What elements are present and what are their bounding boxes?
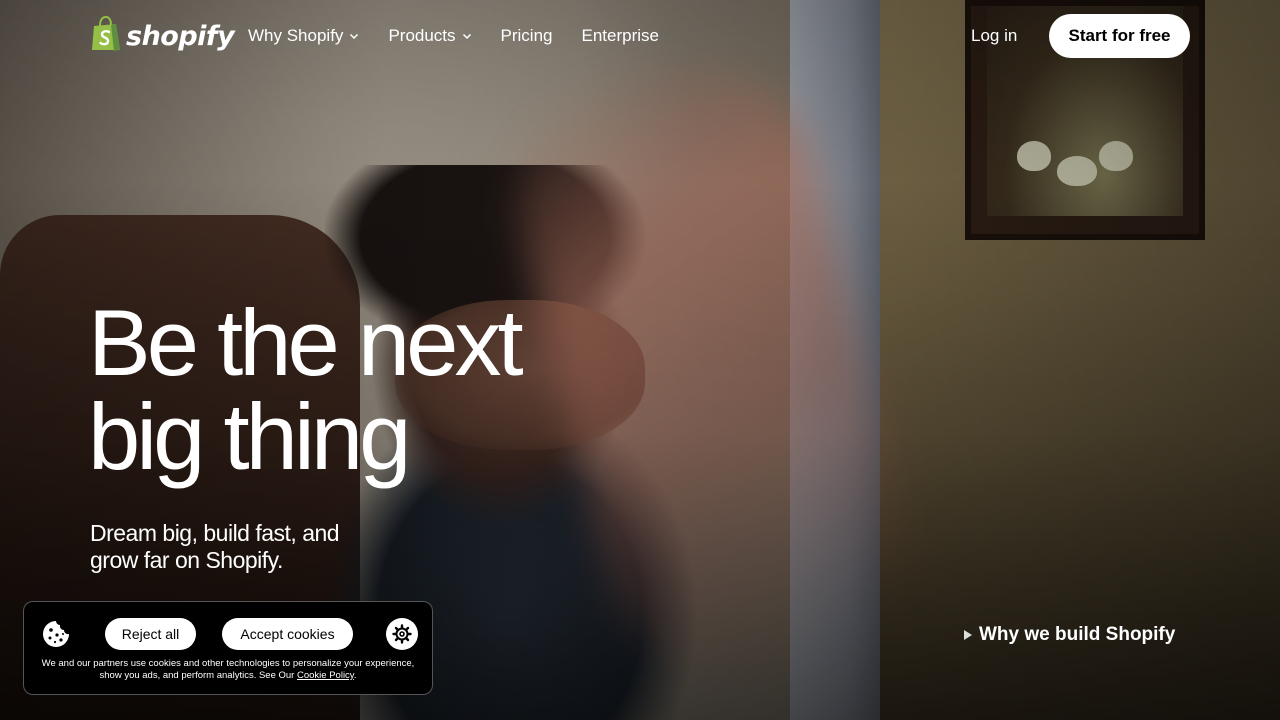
accept-cookies-button[interactable]: Accept cookies (222, 618, 353, 650)
reject-all-button[interactable]: Reject all (105, 618, 196, 650)
main-nav: Why Shopify Products Pricing Enterprise (248, 24, 659, 48)
hero-title: Be the next big thing (88, 290, 524, 489)
site-header: shopify Why Shopify Products Pricing Ent… (0, 0, 1280, 72)
nav-pricing[interactable]: Pricing (501, 24, 553, 48)
login-link[interactable]: Log in (971, 24, 1017, 48)
play-icon (964, 630, 972, 640)
chevron-down-icon (462, 33, 471, 40)
cookie-banner: Reject all Accept cookies We and our par… (23, 601, 433, 695)
cookie-policy-link[interactable]: Cookie Policy (297, 670, 354, 681)
why-we-build-video-link[interactable]: Why we build Shopify (963, 624, 1175, 646)
logo-wordmark: shopify (126, 20, 235, 52)
start-for-free-button[interactable]: Start for free (1049, 14, 1190, 58)
shopping-bag-icon (90, 15, 122, 57)
nav-why-shopify[interactable]: Why Shopify (248, 24, 359, 48)
nav-products[interactable]: Products (388, 24, 471, 48)
chevron-down-icon (350, 33, 359, 40)
cookie-settings-button[interactable] (386, 618, 418, 650)
shopify-logo[interactable]: shopify (90, 15, 235, 57)
nav-enterprise[interactable]: Enterprise (582, 24, 659, 48)
cookie-message: We and our partners use cookies and othe… (41, 658, 415, 681)
gear-icon (392, 624, 412, 644)
cookie-icon (42, 620, 70, 648)
hero-subtitle: Dream big, build fast, and grow far on S… (90, 520, 340, 573)
